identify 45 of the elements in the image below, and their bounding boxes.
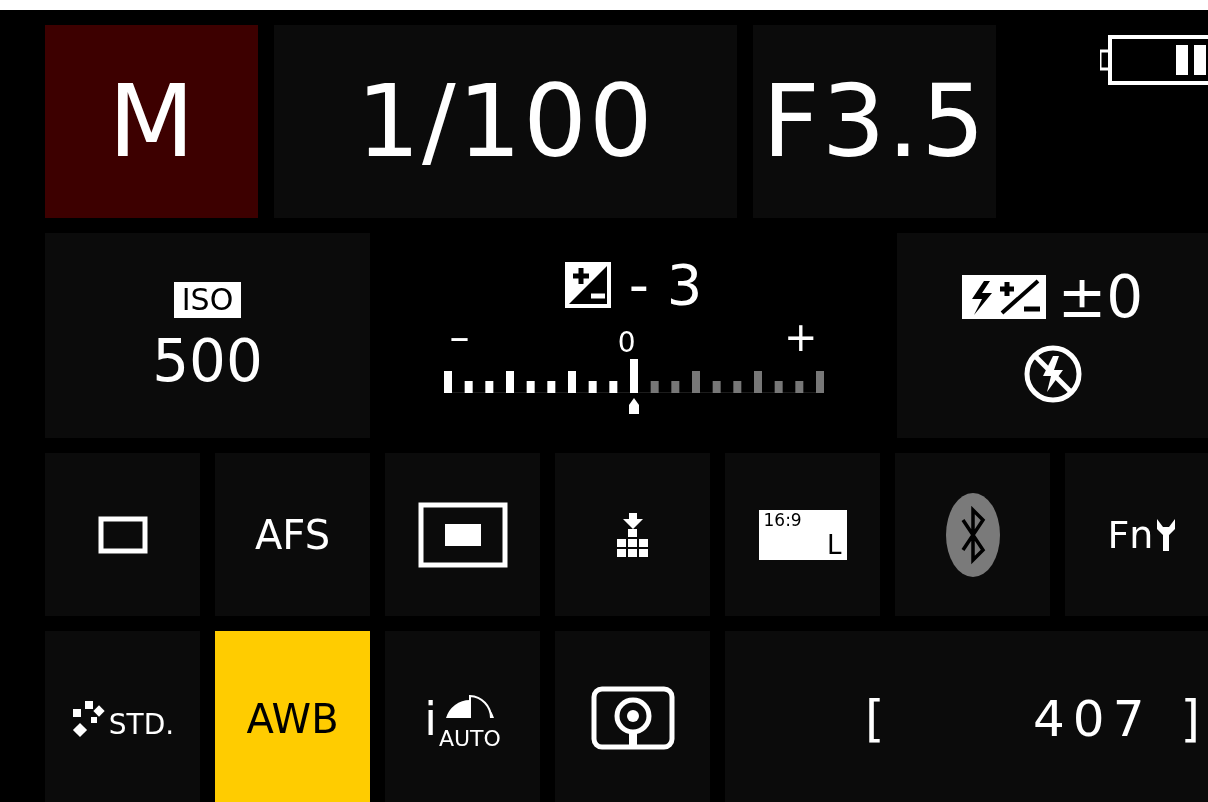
iso-value: 500 bbox=[152, 331, 263, 390]
fn-label: Fn bbox=[1107, 515, 1154, 554]
sparkle-icon bbox=[70, 698, 105, 739]
flash-compensation-icon bbox=[961, 274, 1046, 319]
setting-tile[interactable]: AWB bbox=[215, 631, 370, 802]
shutter-speed: 1/100 bbox=[356, 71, 655, 172]
pointer-icon bbox=[627, 396, 640, 415]
zero-mark: 0 bbox=[617, 328, 636, 357]
setting-label: AFS bbox=[254, 514, 331, 555]
bracket-close: ] bbox=[1180, 693, 1200, 744]
aspect-ratio: 16:9 bbox=[763, 511, 802, 529]
setting-tile[interactable]: 16:9 L bbox=[725, 453, 880, 616]
setting-label: AWB bbox=[246, 698, 339, 739]
remaining-shots-count: 407 bbox=[1033, 693, 1153, 744]
flash-off-icon bbox=[1022, 343, 1083, 404]
setting-tile[interactable] bbox=[45, 453, 200, 616]
remaining-shots-tile[interactable]: [ 407 ] bbox=[725, 631, 1208, 802]
setting-tile[interactable] bbox=[385, 453, 540, 616]
flash-compensation-value: ±0 bbox=[1057, 267, 1144, 326]
flash-tile[interactable]: ±0 bbox=[897, 233, 1208, 438]
af-area-icon bbox=[417, 501, 508, 568]
exposure-compensation-value: - 3 bbox=[628, 256, 703, 313]
setting-tile[interactable] bbox=[555, 631, 710, 802]
mode-tile[interactable]: M bbox=[45, 25, 258, 218]
minus-mark: – bbox=[449, 316, 470, 357]
setting-tile[interactable]: Fn bbox=[1065, 453, 1208, 616]
mode-label: M bbox=[108, 71, 195, 172]
setting-tile[interactable]: AFS bbox=[215, 453, 370, 616]
setting-tile[interactable] bbox=[895, 453, 1050, 616]
image-size: L bbox=[827, 531, 842, 558]
aperture-value: F3.5 bbox=[762, 71, 987, 172]
bracket-open: [ bbox=[865, 693, 885, 744]
setting-tile[interactable] bbox=[555, 453, 710, 616]
iso-label: ISO bbox=[173, 281, 242, 318]
metering-icon bbox=[590, 685, 675, 752]
single-frame-icon bbox=[97, 515, 148, 554]
style-label: STD. bbox=[108, 710, 175, 739]
iso-tile[interactable]: ISO 500 bbox=[45, 233, 370, 438]
plus-mark: + bbox=[784, 316, 818, 357]
aperture-tile[interactable]: F3.5 bbox=[753, 25, 996, 218]
shutter-tile[interactable]: 1/100 bbox=[274, 25, 737, 218]
auto-label: AUTO bbox=[438, 727, 501, 750]
i-label: i bbox=[424, 695, 437, 742]
exposure-compensation-icon bbox=[564, 261, 611, 308]
setting-tile[interactable]: STD. bbox=[45, 631, 200, 802]
